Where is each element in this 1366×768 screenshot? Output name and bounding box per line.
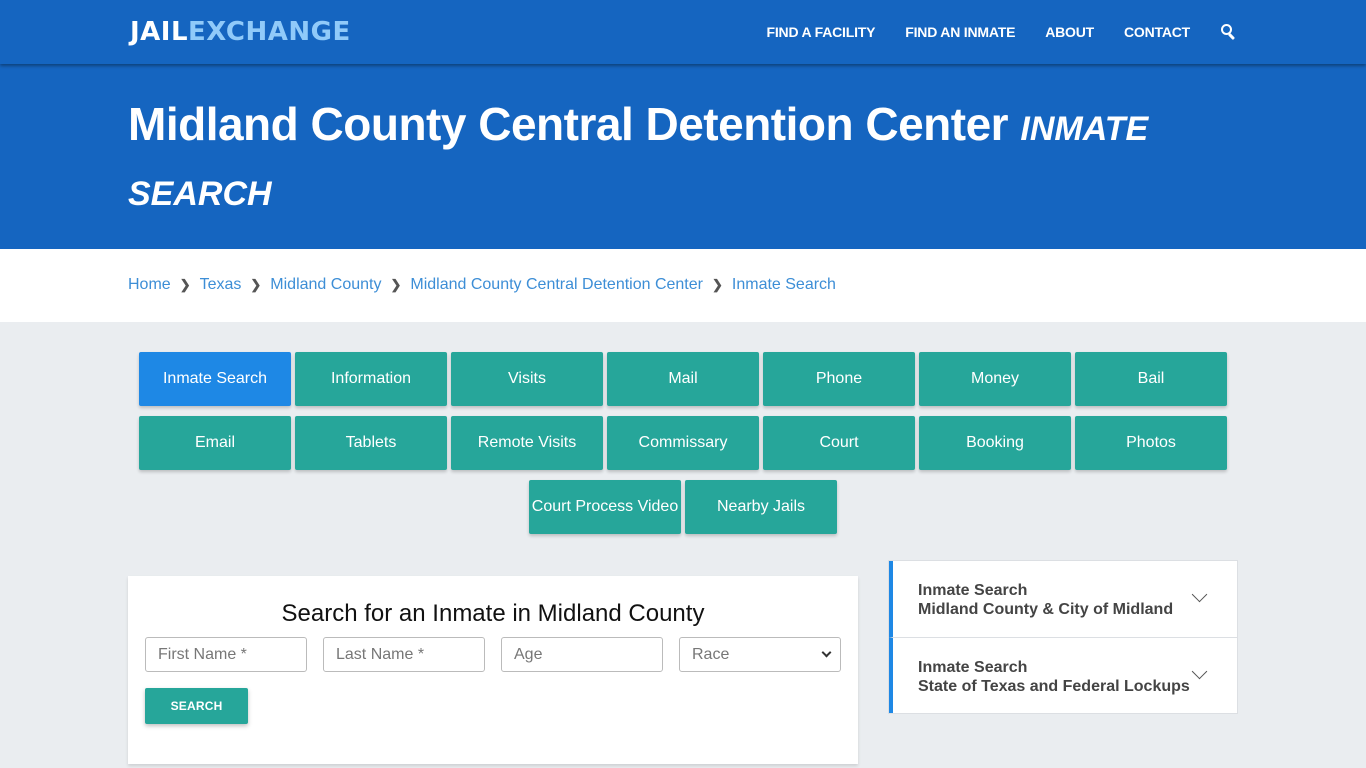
chevron-right-icon: ❯ — [390, 277, 402, 292]
age-input[interactable] — [501, 637, 663, 672]
tab-email[interactable]: Email — [139, 416, 291, 470]
tab-bail[interactable]: Bail — [1075, 352, 1227, 406]
accordion-item-title: Inmate Search State of Texas and Federal… — [918, 658, 1190, 696]
tab-remote-visits[interactable]: Remote Visits — [451, 416, 603, 470]
page-title-main: Midland County Central Detention Center — [128, 98, 1009, 150]
race-select-value: Race — [692, 646, 730, 663]
last-name-input[interactable] — [323, 637, 485, 672]
tab-nearby-jails[interactable]: Nearby Jails — [685, 480, 837, 534]
chevron-down-icon — [1191, 663, 1208, 680]
tab-row-2: Email Tablets Remote Visits Commissary C… — [0, 416, 1366, 470]
first-name-input[interactable] — [145, 637, 307, 672]
nav-about[interactable]: ABOUT — [1045, 24, 1094, 40]
accordion-item-county[interactable]: Inmate Search Midland County & City of M… — [889, 561, 1237, 637]
accordion-item-title: Inmate Search Midland County & City of M… — [918, 581, 1173, 619]
accordion-item-line2: Midland County & City of Midland — [918, 601, 1174, 618]
tab-money[interactable]: Money — [919, 352, 1071, 406]
tab-inmate-search[interactable]: Inmate Search — [139, 352, 291, 406]
tab-court-process-video[interactable]: Court Process Video — [529, 480, 681, 534]
tab-photos[interactable]: Photos — [1075, 416, 1227, 470]
inmate-search-card: Search for an Inmate in Midland County R… — [128, 576, 858, 764]
accordion-item-line1: Inmate Search — [918, 659, 1028, 676]
tab-phone[interactable]: Phone — [763, 352, 915, 406]
tab-tablets[interactable]: Tablets — [295, 416, 447, 470]
race-select[interactable]: Race — [679, 637, 841, 672]
chevron-right-icon: ❯ — [711, 277, 723, 292]
chevron-right-icon: ❯ — [250, 277, 262, 292]
search-heading: Search for an Inmate in Midland County — [281, 600, 705, 627]
page-title: Midland County Central Detention Center … — [128, 94, 1188, 224]
search-accordion: Inmate Search Midland County & City of M… — [888, 560, 1238, 714]
search-button[interactable]: SEARCH — [145, 688, 248, 724]
search-icon[interactable] — [1220, 24, 1236, 41]
tab-information[interactable]: Information — [295, 352, 447, 406]
nav-find-an-inmate[interactable]: FIND AN INMATE — [905, 24, 1015, 40]
site-logo[interactable]: JAILEXCHANGE — [130, 15, 351, 49]
breadcrumb-texas[interactable]: Texas — [200, 276, 242, 294]
nav-find-a-facility[interactable]: FIND A FACILITY — [767, 24, 876, 40]
accordion-item-state[interactable]: Inmate Search State of Texas and Federal… — [889, 637, 1237, 713]
main-nav: FIND A FACILITY FIND AN INMATE ABOUT CON… — [737, 0, 1236, 64]
hero-banner: Midland County Central Detention Center … — [0, 64, 1366, 249]
tab-visits[interactable]: Visits — [451, 352, 603, 406]
chevron-down-icon — [821, 647, 832, 658]
nav-contact[interactable]: CONTACT — [1124, 24, 1190, 40]
breadcrumb-bar: Home ❯ Texas ❯ Midland County ❯ Midland … — [0, 249, 1366, 322]
breadcrumb-home[interactable]: Home — [128, 276, 171, 294]
tab-court[interactable]: Court — [763, 416, 915, 470]
tab-row-3: Court Process Video Nearby Jails — [0, 480, 1366, 534]
accordion-item-line2: State of Texas and Federal Lockups — [918, 678, 1190, 695]
tab-commissary[interactable]: Commissary — [607, 416, 759, 470]
accordion-item-line1: Inmate Search — [918, 582, 1028, 599]
breadcrumb-county[interactable]: Midland County — [270, 276, 381, 294]
chevron-down-icon — [1191, 586, 1208, 603]
breadcrumb-current[interactable]: Inmate Search — [732, 276, 836, 294]
top-navbar: JAILEXCHANGE FIND A FACILITY FIND AN INM… — [0, 0, 1366, 64]
breadcrumb-facility[interactable]: Midland County Central Detention Center — [410, 276, 703, 294]
tab-booking[interactable]: Booking — [919, 416, 1071, 470]
tab-mail[interactable]: Mail — [607, 352, 759, 406]
search-icon-handle — [1227, 32, 1236, 41]
tab-row-1: Inmate Search Information Visits Mail Ph… — [0, 352, 1366, 406]
logo-jail: JAIL — [130, 17, 189, 47]
logo-exchange: EXCHANGE — [188, 17, 351, 47]
chevron-right-icon: ❯ — [179, 277, 191, 292]
breadcrumb: Home ❯ Texas ❯ Midland County ❯ Midland … — [128, 276, 836, 294]
